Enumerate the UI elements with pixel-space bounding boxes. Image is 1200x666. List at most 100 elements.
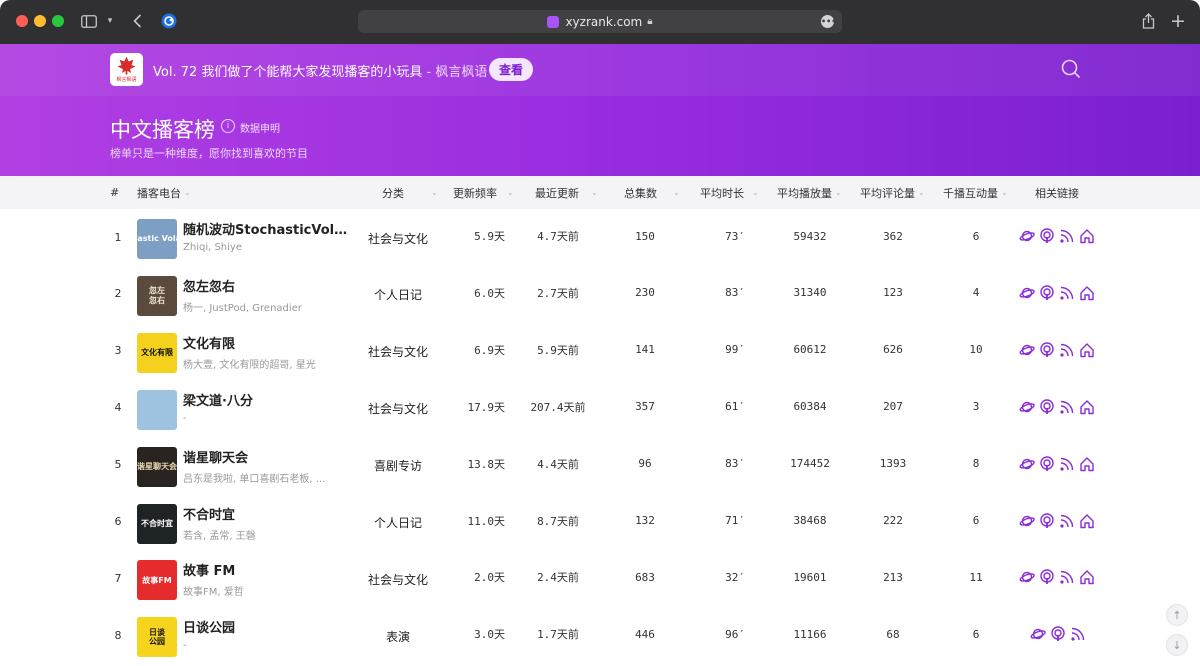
podcast-name[interactable]: 随机波动StochasticVolat... <box>183 219 355 238</box>
sidebar-toggle-icon[interactable] <box>80 10 98 32</box>
rank-number: 3 <box>114 344 122 358</box>
rss-icon[interactable] <box>1059 285 1075 303</box>
avg-plays-cell: 31340 <box>793 286 827 300</box>
address-bar[interactable]: xyzrank.com 🔒︎ ••• <box>358 10 842 33</box>
column-avg-comments[interactable]: 平均评论量 ⌄ <box>860 176 925 209</box>
table-row[interactable]: 2 忽左 忽右 忽左忽右 杨一, JustPod, Grenadier 个人日记 6.0天… <box>0 266 1200 323</box>
podcast-icon[interactable] <box>1050 626 1066 644</box>
podcast-cover[interactable]: 日谈 公园 <box>137 617 177 658</box>
column-avg-length[interactable]: 平均时长 ⌄ <box>700 176 759 209</box>
avg-plays-cell: 60612 <box>793 343 827 357</box>
rss-icon[interactable] <box>1059 513 1075 531</box>
column-name[interactable]: 播客电台 ⌄ <box>137 176 191 209</box>
table-row[interactable]: 8 日谈 公园 日谈公园 - 表演 3.0天 1.7天前 446 96′ 11166 68 6 <box>0 607 1200 664</box>
zoom-window-button[interactable] <box>52 15 64 27</box>
planet-icon[interactable] <box>1019 513 1035 531</box>
lock-icon: 🔒︎ <box>647 16 653 27</box>
rss-icon[interactable] <box>1059 399 1075 417</box>
home-icon[interactable] <box>1079 456 1095 474</box>
related-links <box>1019 228 1095 246</box>
table-row[interactable]: 3 文化有限 文化有限 杨大壹, 文化有限的超哥, 星光 社会与文化 6.9天 5.9天前 1… <box>0 323 1200 380</box>
chevron-down-icon[interactable]: ▾ <box>104 10 116 32</box>
planet-icon[interactable] <box>1019 569 1035 587</box>
rss-icon[interactable] <box>1059 569 1075 587</box>
podcast-icon[interactable] <box>1039 569 1055 587</box>
home-icon[interactable] <box>1079 399 1095 417</box>
scroll-down-button[interactable]: ↓ <box>1166 634 1188 656</box>
podcast-cover[interactable]: 不合时宜 <box>137 503 177 544</box>
avg-comments-cell: 213 <box>883 570 903 584</box>
podcast-cover[interactable]: 谐星聊天会 <box>137 446 177 487</box>
promo-text[interactable]: Vol. 72 我们做了个能帮大家发现播客的小玩具 - 枫言枫语 <box>153 61 487 80</box>
view-button[interactable]: 查看 <box>489 58 533 81</box>
close-window-button[interactable] <box>16 15 28 27</box>
table-row[interactable]: 7 故事FM 故事 FM 故事FM, 爱哲 社会与文化 2.0天 2.4天前 683 32′ 19… <box>0 550 1200 607</box>
table-row[interactable]: 1 Stochastic Volatility 随机波动StochasticVola… <box>0 209 1200 266</box>
home-icon[interactable] <box>1079 342 1095 360</box>
search-icon[interactable] <box>1061 59 1081 79</box>
avg-comments-cell: 222 <box>883 514 903 527</box>
podcast-icon[interactable] <box>1039 342 1055 360</box>
column-category[interactable]: 分类 <box>382 176 404 209</box>
podcast-icon[interactable] <box>1039 512 1055 531</box>
podcast-cover[interactable]: Stochastic Volatility <box>137 219 177 259</box>
avg-plays-cell: 19601 <box>793 570 827 584</box>
new-tab-icon[interactable]: + <box>1170 10 1186 32</box>
table-row[interactable]: 5 谐星聊天会 谐星聊天会 吕东是我啦, 单口喜剧石老板, ... 喜剧专访 13.8天 4… <box>0 437 1200 494</box>
podcast-cover[interactable]: 文化有限 <box>137 332 177 373</box>
avg-comments-cell: 626 <box>883 343 903 357</box>
podcast-icon[interactable] <box>1039 285 1055 303</box>
minimize-window-button[interactable] <box>34 15 46 27</box>
table-row[interactable]: 4 梁文道·八分 - 社会与文化 17.9天 207.4天前 357 61′ 60384 207 3 <box>0 380 1200 437</box>
podcast-name[interactable]: 不合时宜 <box>183 504 355 523</box>
planet-icon[interactable] <box>1019 399 1035 417</box>
podcast-authors: 杨一, JustPod, Grenadier <box>183 302 302 314</box>
podcast-icon[interactable] <box>1039 455 1055 474</box>
data-note-link[interactable]: 数据申明 <box>240 120 280 135</box>
table-row[interactable]: 6 不合时宜 不合时宜 若含, 孟常, 王磬 个人日记 11.0天 8.7天前 132 71′ 3… <box>0 494 1200 551</box>
podcast-name[interactable]: 谐星聊天会 <box>183 447 355 466</box>
podcast-icon[interactable] <box>1039 228 1055 246</box>
planet-icon[interactable] <box>1030 626 1046 644</box>
podcast-name[interactable]: 忽左忽右 <box>183 276 355 295</box>
home-icon[interactable] <box>1079 285 1095 303</box>
planet-icon[interactable] <box>1019 285 1035 303</box>
column-interaction[interactable]: 千播互动量 ⌄ <box>943 176 1008 209</box>
column-frequency[interactable]: 更新频率 ⌄ <box>453 176 514 209</box>
rss-icon[interactable] <box>1059 456 1075 474</box>
info-icon[interactable]: i <box>221 119 235 133</box>
podcast-name[interactable]: 梁文道·八分 <box>183 390 355 409</box>
podcast-cover[interactable]: 故事FM <box>137 560 177 601</box>
back-arrow-icon[interactable] <box>130 10 144 32</box>
more-options-icon[interactable]: ••• <box>821 15 836 28</box>
avg-length-cell: 96′ <box>725 627 745 641</box>
rss-icon[interactable] <box>1059 342 1075 360</box>
podcast-name[interactable]: 故事 FM <box>183 560 355 579</box>
rank-number: 1 <box>114 230 122 244</box>
planet-icon[interactable] <box>1019 228 1035 246</box>
rss-icon[interactable] <box>1059 228 1075 246</box>
category-filter-caret[interactable]: ⌄ <box>428 176 438 209</box>
related-links <box>1030 626 1086 644</box>
page-title: 中文播客榜 <box>110 118 215 142</box>
address-url: xyzrank.com <box>565 14 643 29</box>
home-icon[interactable] <box>1079 228 1095 246</box>
podcast-cover[interactable]: 忽左 忽右 <box>137 275 177 316</box>
scroll-up-button[interactable]: ↑ <box>1166 604 1188 626</box>
share-icon[interactable] <box>1140 10 1156 32</box>
hero-banner: 枫言枫语 Vol. 72 我们做了个能帮大家发现播客的小玩具 - 枫言枫语 查看… <box>0 44 1200 176</box>
podcast-cover[interactable] <box>137 389 177 430</box>
column-avg-plays[interactable]: 平均播放量 ⌄ <box>777 176 842 209</box>
rss-icon[interactable] <box>1070 626 1086 644</box>
podcast-name[interactable]: 文化有限 <box>183 333 355 352</box>
column-recent[interactable]: 最近更新 ⌄ <box>535 176 598 209</box>
podcast-icon[interactable] <box>1039 398 1055 417</box>
podcast-name[interactable]: 日谈公园 <box>183 617 355 636</box>
column-total[interactable]: 总集数 ⌄ <box>624 176 680 209</box>
podcast-authors: - <box>183 640 187 652</box>
planet-icon[interactable] <box>1019 456 1035 474</box>
home-icon[interactable] <box>1079 569 1095 587</box>
home-icon[interactable] <box>1079 513 1095 531</box>
planet-icon[interactable] <box>1019 342 1035 360</box>
site-logo[interactable]: 枫言枫语 <box>110 53 143 86</box>
